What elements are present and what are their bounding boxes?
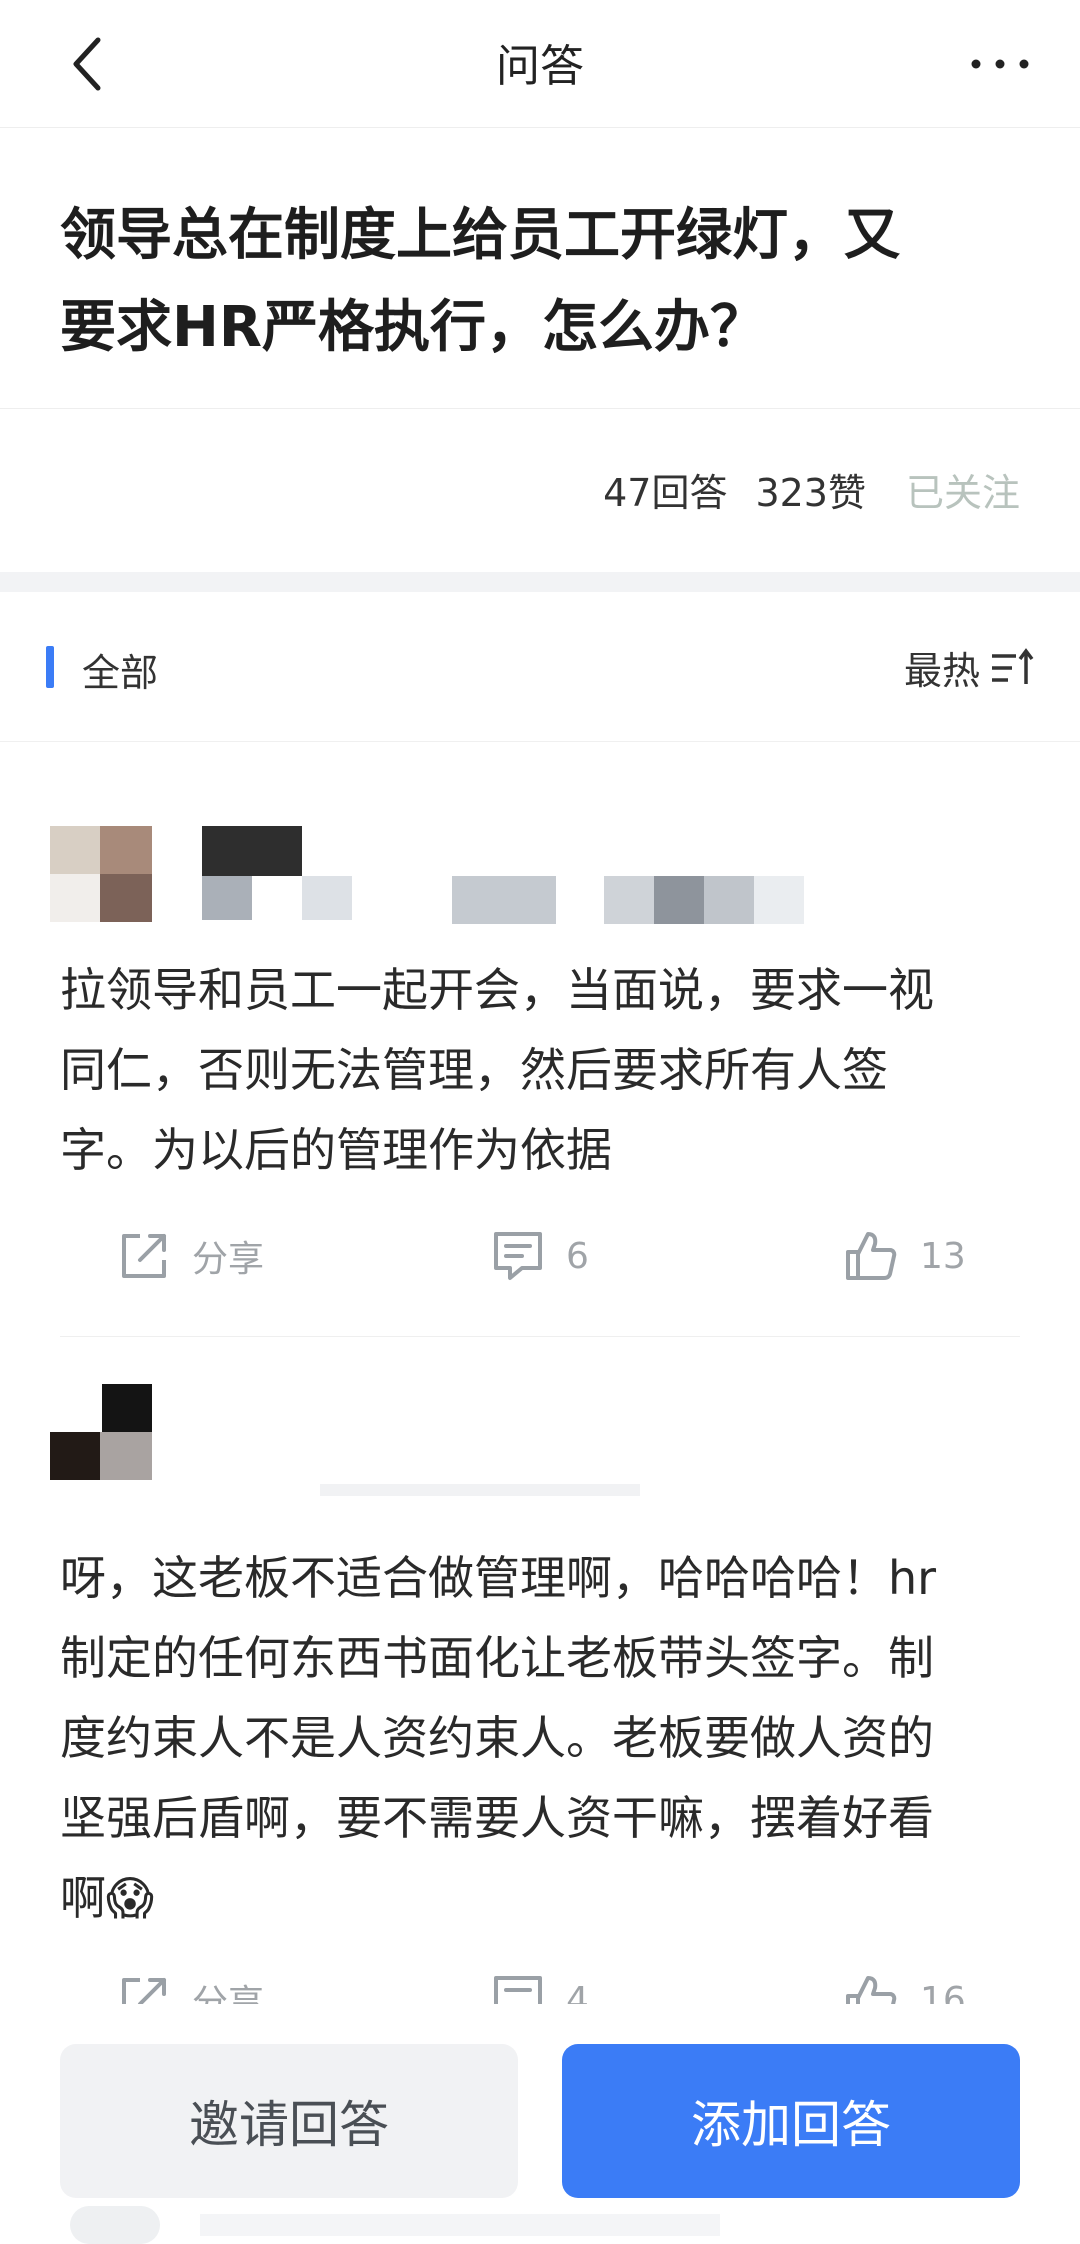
section-separator	[0, 572, 1080, 592]
answers-count: 47回答	[603, 471, 728, 515]
comment-count: 6	[566, 1235, 589, 1277]
answer-text-line: 字。为以后的管理作为依据	[60, 1123, 612, 1177]
share-icon	[122, 1234, 166, 1278]
nav-bar: 问答	[0, 0, 1080, 128]
divider	[0, 408, 1080, 409]
thumbs-up-icon	[846, 1232, 897, 1280]
answer-text: 呀，这老板不适合做管理啊，哈哈哈哈！hr 制定的任何东西书面化让老板带头签字。制…	[60, 1538, 1030, 1938]
add-answer-button[interactable]: 添加回答	[562, 2044, 1020, 2198]
like-button[interactable]: 13	[844, 1216, 966, 1296]
filter-bar: 全部 最热	[0, 592, 1080, 742]
answer-text: 拉领导和员工一起开会，当面说，要求一视 同仁，否则无法管理，然后要求所有人签 字…	[60, 950, 1030, 1190]
comment-button[interactable]: 4	[492, 1960, 589, 2004]
share-button[interactable]: 分享	[118, 1216, 264, 1296]
filter-accent-bar	[46, 646, 54, 688]
invite-answer-button[interactable]: 邀请回答	[60, 2044, 518, 2198]
thumbs-up-icon	[846, 1976, 897, 2004]
share-label: 分享	[192, 1983, 265, 2004]
sort-icon	[992, 647, 1034, 684]
qa-page: 问答 领导总在制度上给员工开绿灯，又 要求HR严格执行，怎么办？ 47回答 32…	[0, 0, 1080, 2244]
share-icon	[122, 1978, 166, 2004]
more-button[interactable]	[960, 24, 1040, 104]
comment-icon	[494, 1232, 542, 1280]
comment-icon	[494, 1976, 542, 2004]
like-button[interactable]: 16	[844, 1960, 966, 2004]
like-count: 16	[920, 1979, 966, 2005]
filter-all-tab[interactable]: 全部	[82, 642, 158, 697]
sort-label: 最热	[903, 649, 980, 693]
answer-text-line: 呀，这老板不适合做管理啊，哈哈哈哈！hr	[60, 1551, 937, 1605]
answer-actions: 分享 4 16	[0, 1960, 1080, 2004]
question-title-line-2: 要求HR严格执行，怎么办？	[60, 295, 766, 360]
likes-count: 323赞	[755, 471, 866, 515]
like-count: 13	[920, 1235, 966, 1277]
follow-status-button[interactable]: 已关注	[906, 462, 1020, 517]
sort-button[interactable]: 最热	[904, 640, 1034, 695]
comment-button[interactable]: 6	[492, 1216, 589, 1296]
page-title: 问答	[496, 41, 584, 92]
answer-separator	[60, 1336, 1020, 1337]
question-stats: 47回答 323赞 已关注	[603, 462, 1020, 517]
question-title: 领导总在制度上给员工开绿灯，又 要求HR严格执行，怎么办？	[60, 190, 1020, 374]
answer-text-line: 度约束人不是人资约束人。老板要做人资的	[60, 1711, 934, 1765]
answer-text-line: 制定的任何东西书面化让老板带头签字。制	[60, 1631, 934, 1685]
share-button[interactable]: 分享	[118, 1960, 264, 2004]
answer-text-line: 同仁，否则无法管理，然后要求所有人签	[60, 1043, 888, 1097]
share-label: 分享	[192, 1239, 265, 1280]
answer-actions: 分享 6 13	[0, 1216, 1080, 1296]
answer-text-line: 坚强后盾啊，要不需要人资干嘛，摆着好看	[60, 1791, 934, 1845]
answer-text-line: 啊😱	[60, 1871, 154, 1925]
comment-count: 4	[566, 1979, 589, 2005]
more-dots-icon	[971, 59, 1029, 69]
question-title-line-1: 领导总在制度上给员工开绿灯，又	[60, 203, 900, 268]
answer-text-line: 拉领导和员工一起开会，当面说，要求一视	[60, 963, 934, 1017]
